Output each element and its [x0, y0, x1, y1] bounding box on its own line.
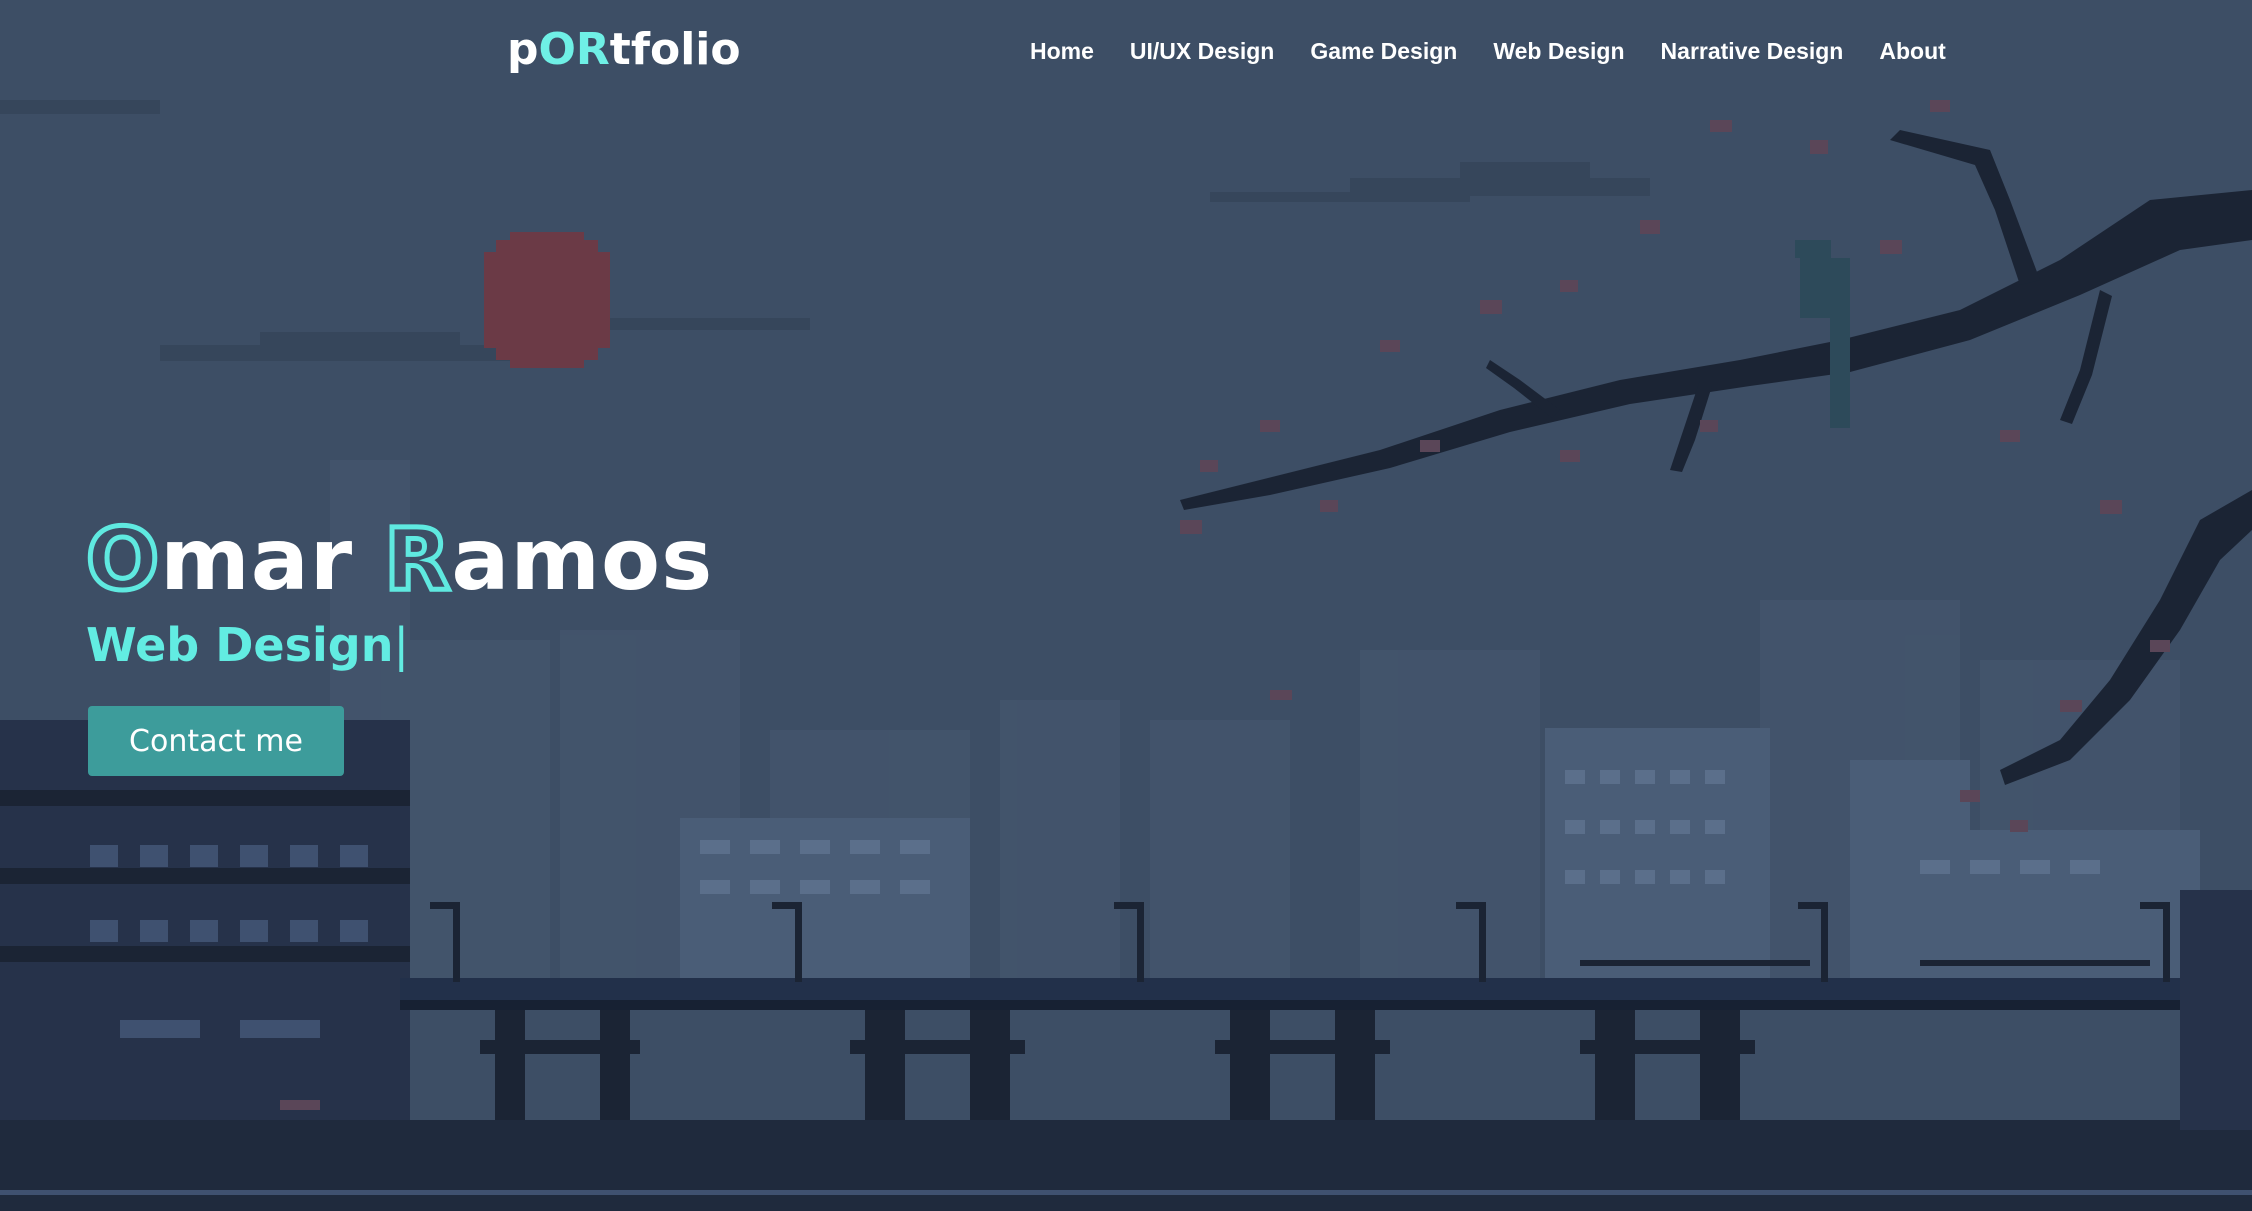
last-initial: R — [382, 508, 453, 613]
logo-accent: OR — [538, 24, 610, 75]
hero-section: Omar Ramos Web Design| — [83, 508, 714, 673]
logo-suffix: tfolio — [609, 24, 741, 75]
nav-home[interactable]: Home — [1030, 38, 1094, 65]
first-initial: O — [83, 508, 161, 613]
top-navbar: pORtfolio Home UI/UX Design Game Design … — [0, 0, 2252, 110]
last-name-rest: amos — [451, 510, 714, 610]
nav-links: Home UI/UX Design Game Design Web Design… — [1030, 38, 1982, 65]
nav-about[interactable]: About — [1879, 38, 1945, 65]
nav-game-design[interactable]: Game Design — [1310, 38, 1457, 65]
portfolio-logo[interactable]: pORtfolio — [507, 24, 741, 75]
right-building — [2180, 890, 2252, 1130]
red-sun — [484, 232, 610, 368]
nav-web-design[interactable]: Web Design — [1493, 38, 1624, 65]
logo-prefix: p — [507, 24, 539, 75]
ground — [0, 1120, 2252, 1211]
nav-narrative-design[interactable]: Narrative Design — [1661, 38, 1844, 65]
typing-cursor: | — [393, 618, 409, 672]
first-name-rest: mar — [160, 510, 354, 610]
nav-ui-ux-design[interactable]: UI/UX Design — [1130, 38, 1274, 65]
left-building — [0, 720, 410, 1140]
contact-button[interactable]: Contact me — [88, 706, 344, 776]
hero-name: Omar Ramos — [83, 508, 714, 613]
role-text: Web Design — [86, 618, 394, 672]
hero-role: Web Design| — [86, 618, 713, 672]
